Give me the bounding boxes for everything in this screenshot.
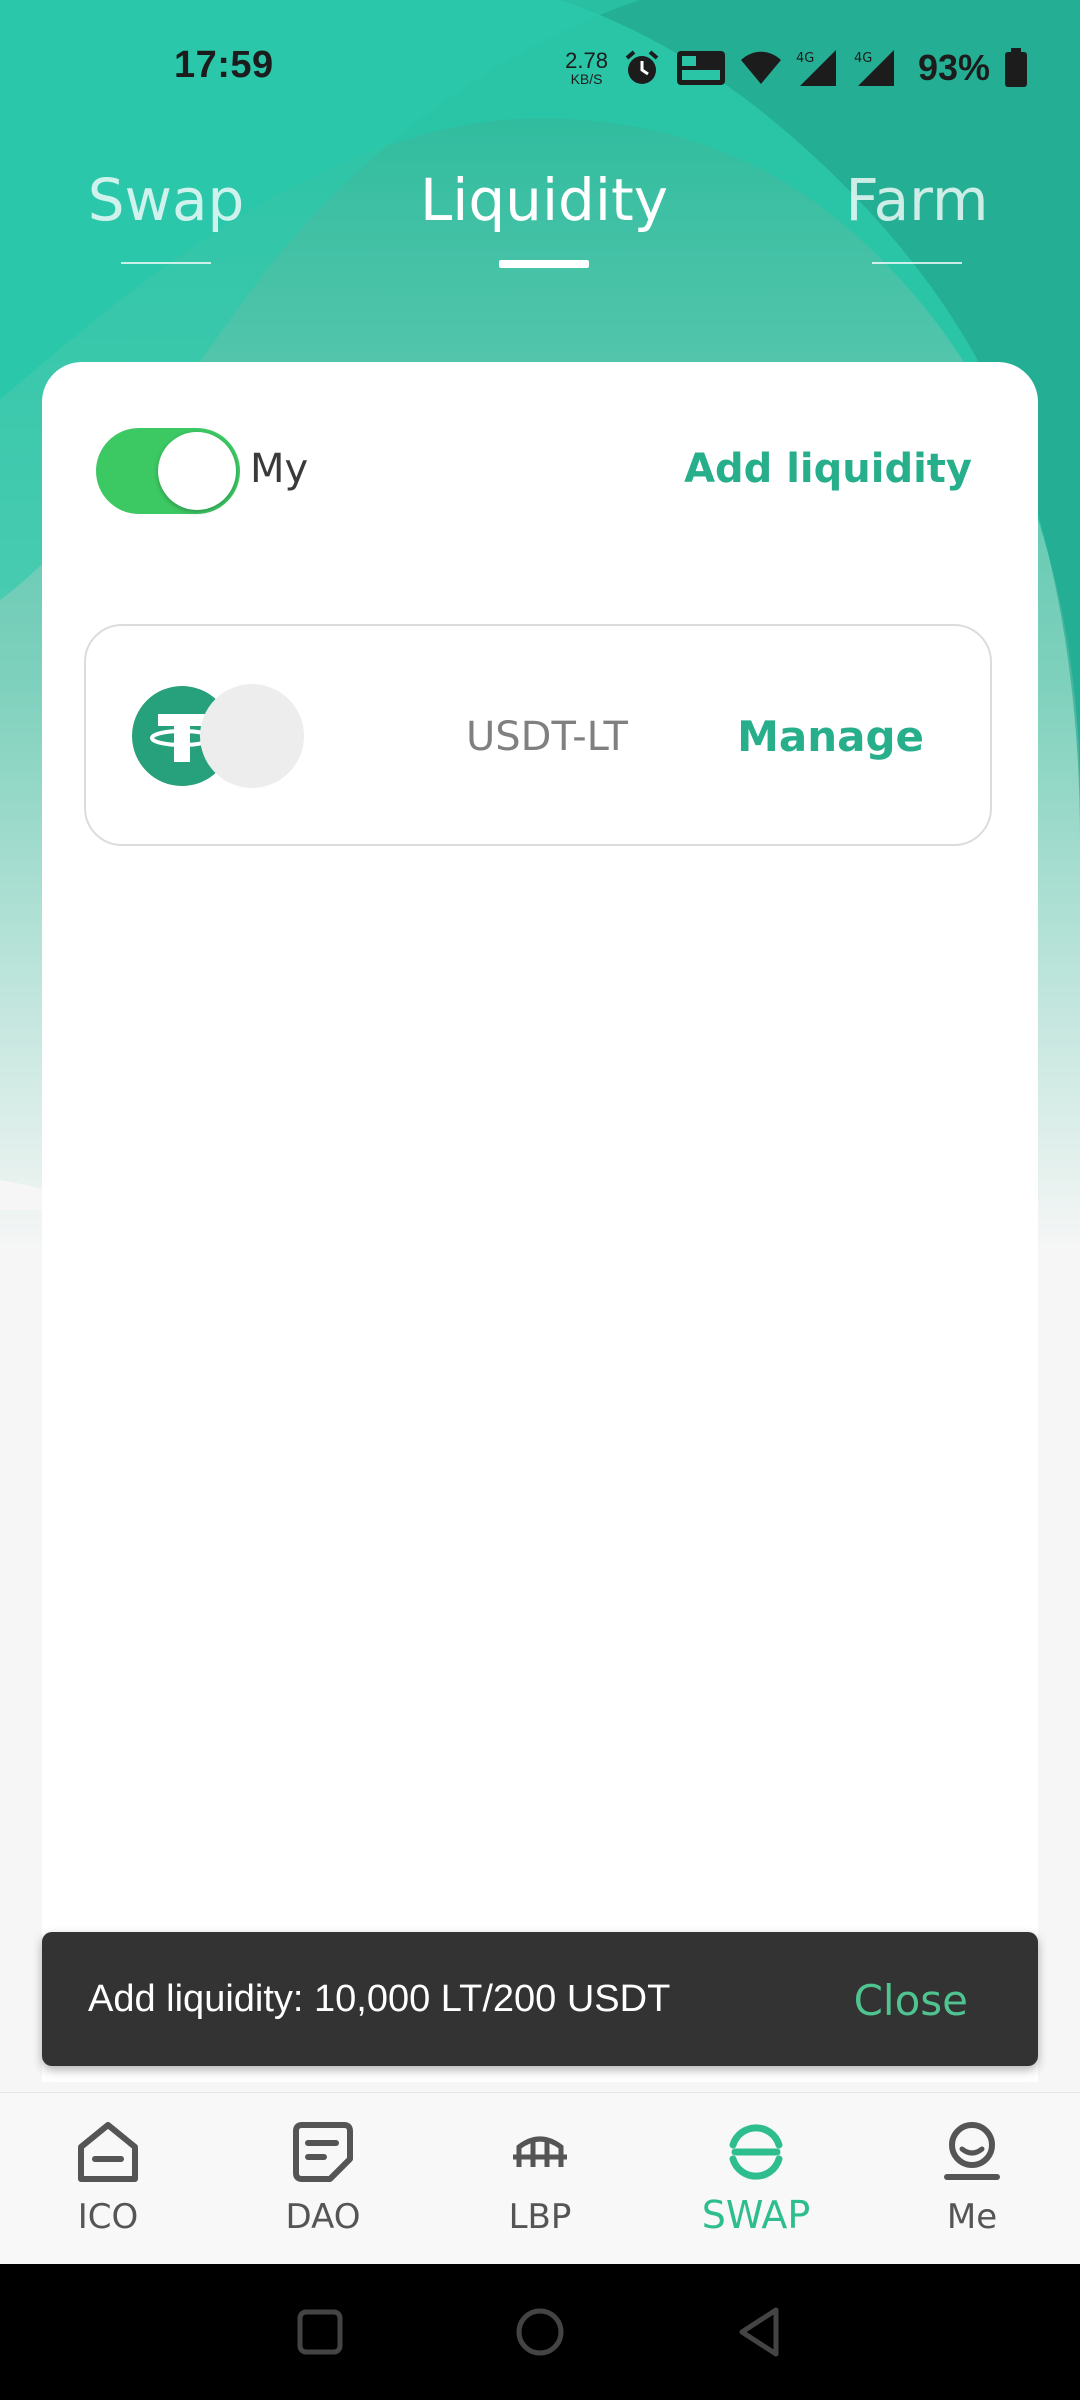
recents-icon[interactable] <box>290 2302 350 2362</box>
battery-icon <box>1005 48 1027 87</box>
tab-swap-label: Swap <box>87 166 245 234</box>
wifi-icon <box>740 51 781 84</box>
battery-percent: 93% <box>917 47 990 88</box>
manage-button[interactable]: Manage <box>737 712 924 761</box>
system-nav-bar <box>0 2264 1080 2400</box>
svg-text:4G: 4G <box>854 51 872 66</box>
toast-snackbar: Add liquidity: 10,000 LT/200 USDT Close <box>42 1932 1038 2066</box>
network-speed-value: 2.78 <box>565 48 608 73</box>
status-icons: 2.78 KB/S 4G 4G 93% <box>565 40 1028 96</box>
toggle-knob <box>158 432 236 510</box>
tab-liquidity[interactable]: Liquidity <box>414 160 674 268</box>
toast-close-button[interactable]: Close <box>854 1976 968 2025</box>
pair-name: USDT-LT <box>466 714 628 760</box>
nav-item-ico[interactable]: ICO <box>33 2117 183 2237</box>
signal-4g-icon: 4G <box>796 50 836 86</box>
nav-label-me: Me <box>946 2197 998 2237</box>
status-time: 17:59 <box>174 44 274 86</box>
bridge-icon <box>513 2136 567 2167</box>
network-speed: 2.78 KB/S <box>565 48 608 87</box>
top-tabs: Swap Liquidity Farm <box>0 160 1080 290</box>
back-icon[interactable] <box>730 2302 790 2362</box>
liquidity-card: My Add liquidity USDT-LT Manage <box>42 362 1038 2082</box>
bottom-nav: ICO DAO LBP SWAP Me <box>0 2092 1080 2265</box>
tab-farm[interactable]: Farm <box>787 160 1047 264</box>
profile-icon <box>944 2122 1000 2180</box>
lt-token-icon <box>200 684 304 788</box>
home-icon <box>78 2122 138 2182</box>
document-icon <box>293 2122 353 2182</box>
nav-label-swap: SWAP <box>701 2193 811 2237</box>
my-toggle[interactable] <box>96 428 240 514</box>
network-speed-unit: KB/S <box>570 71 603 87</box>
signal-4g-icon: 4G <box>854 50 894 86</box>
nav-item-swap[interactable]: SWAP <box>681 2117 831 2237</box>
nav-item-lbp[interactable]: LBP <box>465 2117 615 2237</box>
volte-icon <box>676 51 725 85</box>
svg-text:4G: 4G <box>796 51 814 66</box>
liquidity-pair-row: USDT-LT Manage <box>84 624 992 846</box>
nav-item-dao[interactable]: DAO <box>248 2117 398 2237</box>
tab-swap-underline <box>121 262 211 264</box>
status-bar: 17:59 2.78 KB/S 4G 4G 93% <box>0 0 1080 134</box>
tab-farm-label: Farm <box>845 166 989 234</box>
toggle-label: My <box>250 446 309 492</box>
nav-item-me[interactable]: Me <box>897 2117 1047 2237</box>
home-circle-icon[interactable] <box>510 2302 570 2362</box>
toast-message: Add liquidity: 10,000 LT/200 USDT <box>88 1978 671 2020</box>
add-liquidity-link[interactable]: Add liquidity <box>684 446 972 492</box>
tab-swap[interactable]: Swap <box>36 160 296 264</box>
nav-label-dao: DAO <box>285 2197 361 2237</box>
nav-label-ico: ICO <box>77 2197 139 2237</box>
tab-liquidity-label: Liquidity <box>419 166 669 234</box>
tab-farm-underline <box>872 262 962 264</box>
swap-icon <box>729 2124 783 2180</box>
nav-label-lbp: LBP <box>508 2197 572 2237</box>
tab-liquidity-indicator <box>499 260 589 268</box>
alarm-icon <box>625 50 659 84</box>
